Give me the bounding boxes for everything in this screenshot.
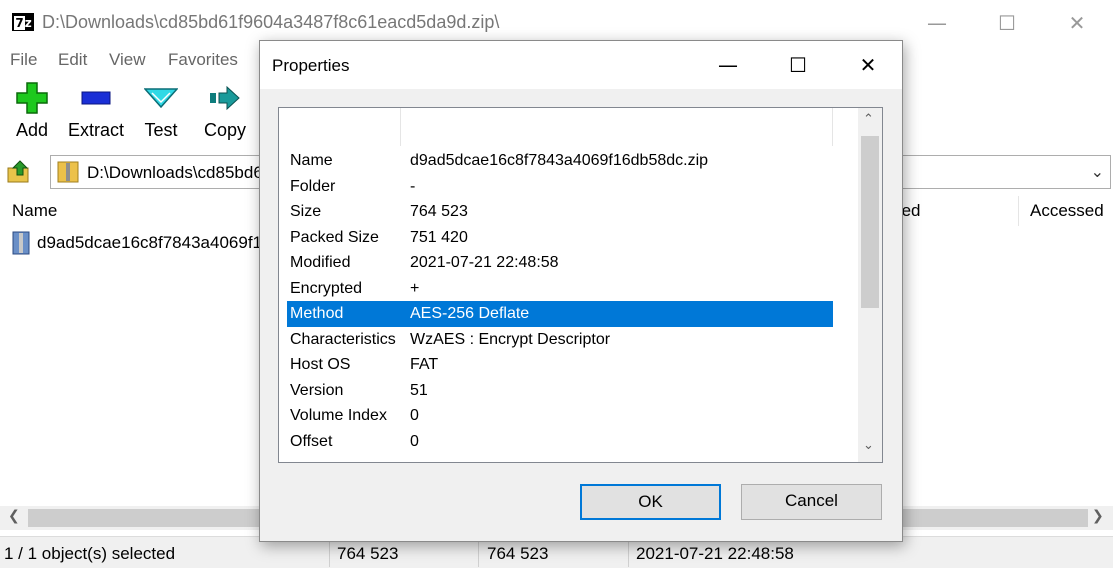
close-icon[interactable]: ✕ — [838, 41, 898, 89]
property-key: Encrypted — [290, 279, 363, 297]
property-row[interactable]: Size 764 523 — [287, 199, 833, 225]
extract-button[interactable]: Extract — [66, 80, 126, 141]
checkmark-icon — [140, 80, 182, 116]
vertical-scrollbar[interactable]: ⌃ ⌄ — [858, 108, 882, 462]
extract-label: Extract — [67, 120, 124, 140]
folder-up-icon[interactable] — [6, 158, 34, 186]
maximize-icon[interactable]: ☐ — [972, 0, 1042, 46]
minimize-icon[interactable]: — — [902, 0, 972, 46]
properties-list[interactable]: Name d9ad5dcae16c8f7843a4069f16db58dc.zip… — [278, 107, 883, 463]
dialog-title: Properties — [272, 56, 350, 75]
status-divider — [628, 539, 629, 567]
property-value: 0 — [410, 432, 419, 450]
property-key: Name — [290, 152, 333, 169]
main-window: 7z D:\Downloads\cd85bd61f9604a3487f8c61e… — [0, 0, 1113, 568]
property-key: Size — [290, 203, 322, 220]
close-icon[interactable]: ✕ — [1042, 0, 1112, 46]
status-divider — [329, 539, 330, 567]
property-value: AES-256 Deflate — [410, 305, 530, 322]
copy-button[interactable]: Copy — [202, 80, 248, 141]
column-divider[interactable] — [832, 108, 833, 146]
minimize-icon[interactable]: — — [698, 41, 758, 89]
app-logo-icon: 7z — [12, 13, 34, 31]
property-row[interactable]: Offset 0 — [287, 429, 833, 455]
property-value: 0 — [410, 407, 419, 424]
property-row[interactable]: Version 51 — [287, 378, 833, 404]
property-value: d9ad5dcae16c8f7843a4069f16db58dc.zip — [410, 152, 709, 169]
scrollbar-thumb[interactable] — [861, 136, 879, 308]
property-value: + — [410, 279, 420, 297]
column-divider[interactable] — [400, 108, 401, 146]
property-row[interactable]: Folder - — [287, 174, 833, 200]
property-key: Offset — [290, 432, 333, 450]
property-key: Packed Size — [290, 228, 379, 246]
property-row[interactable]: Name d9ad5dcae16c8f7843a4069f16db58dc.zip — [287, 148, 833, 174]
dialog-title-bar: Properties — ☐ ✕ — [260, 41, 902, 89]
scroll-left-icon[interactable]: ❮ — [8, 508, 20, 524]
ok-button[interactable]: OK — [580, 484, 721, 520]
add-button[interactable]: Add — [12, 80, 52, 141]
add-label: Add — [15, 120, 49, 140]
property-value: - — [410, 177, 416, 195]
property-value: WzAES : Encrypt Descriptor — [410, 330, 611, 348]
property-key: Folder — [290, 177, 336, 195]
copy-label: Copy — [203, 120, 247, 140]
plus-icon — [12, 80, 52, 116]
scroll-right-icon[interactable]: ❯ — [1092, 508, 1104, 524]
property-row[interactable]: Host OS FAT — [287, 352, 833, 378]
property-value: FAT — [410, 356, 439, 373]
test-label: Test — [144, 120, 178, 140]
scroll-up-icon[interactable]: ⌃ — [863, 112, 874, 127]
column-accessed[interactable]: Accessed — [1030, 201, 1104, 221]
property-row[interactable]: Modified 2021-07-21 22:48:58 — [287, 250, 833, 276]
property-key: Modified — [290, 254, 351, 271]
minus-icon — [66, 80, 126, 116]
property-row[interactable]: Characteristics WzAES : Encrypt Descripto… — [287, 327, 833, 353]
property-key: Method — [290, 305, 344, 322]
properties-list-header — [279, 108, 859, 146]
property-value: 51 — [410, 381, 428, 399]
arrow-right-icon — [202, 80, 248, 116]
zip-file-icon — [12, 231, 30, 255]
property-value: 764 523 — [410, 203, 468, 220]
properties-dialog: Properties — ☐ ✕ Name d9ad5dcae16c8f7843a… — [259, 40, 903, 542]
property-key: Version — [290, 381, 344, 399]
status-selection: 1 / 1 object(s) selected — [4, 544, 176, 563]
property-row[interactable]: Method AES-256 Deflate — [287, 301, 833, 327]
property-key: Host OS — [290, 356, 351, 373]
property-value: 2021-07-21 22:48:58 — [410, 254, 559, 271]
property-row[interactable]: Packed Size 751 420 — [287, 225, 833, 251]
cancel-button[interactable]: Cancel — [741, 484, 882, 520]
zip-folder-icon — [57, 160, 79, 184]
menu-edit[interactable]: Edit — [58, 50, 87, 70]
status-divider — [478, 539, 479, 567]
scroll-down-icon[interactable]: ⌄ — [863, 438, 874, 453]
test-button[interactable]: Test — [140, 80, 182, 141]
property-key: Volume Index — [290, 407, 387, 424]
property-row[interactable]: Encrypted + — [287, 276, 833, 302]
menu-view[interactable]: View — [109, 50, 146, 70]
maximize-icon[interactable]: ☐ — [768, 41, 828, 89]
property-value: 751 420 — [410, 228, 468, 246]
menu-favorites[interactable]: Favorites — [168, 50, 238, 70]
property-row[interactable]: Volume Index 0 — [287, 403, 833, 429]
chevron-down-icon[interactable]: ⌄ — [1091, 162, 1104, 181]
property-key: Characteristics — [290, 330, 396, 348]
column-divider[interactable] — [1018, 196, 1019, 226]
menu-file[interactable]: File — [10, 50, 37, 70]
window-title: D:\Downloads\cd85bd61f9604a3487f8c61eacd… — [42, 12, 500, 32]
column-name[interactable]: Name — [12, 201, 57, 221]
